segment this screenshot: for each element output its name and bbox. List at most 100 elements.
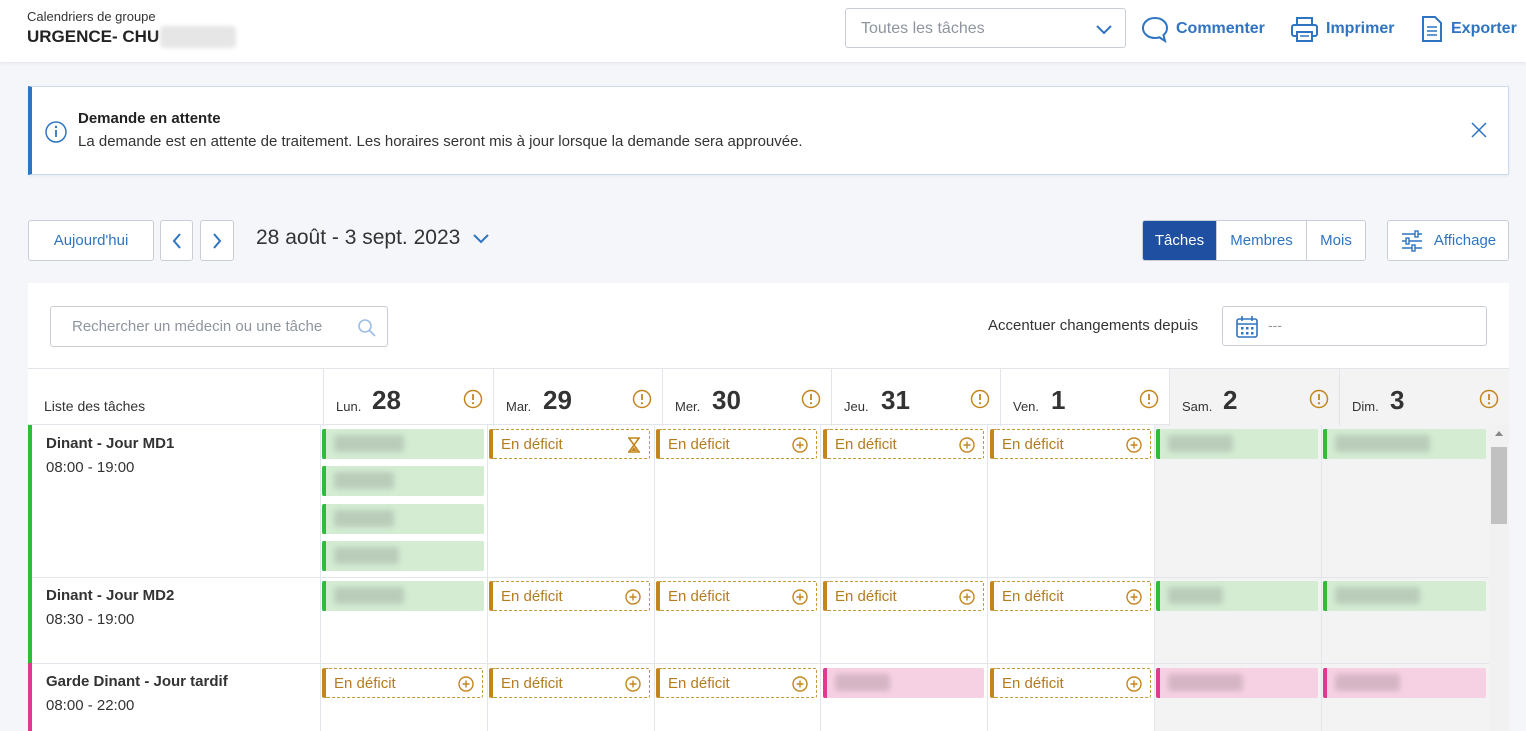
deficit-shift[interactable]: En déficit: [656, 581, 817, 611]
task-name: Garde Dinant - Jour tardif: [46, 673, 228, 690]
deficit-label: En déficit: [501, 588, 563, 605]
day-header-fri: Ven. 1: [1000, 369, 1169, 426]
alert-title: Demande en attente: [78, 110, 221, 127]
deficit-label: En déficit: [1002, 436, 1064, 453]
deficit-shift[interactable]: En déficit: [990, 429, 1151, 459]
vertical-scrollbar[interactable]: [1489, 425, 1509, 731]
assigned-shift[interactable]: [322, 466, 484, 496]
day-number: 28: [372, 385, 401, 415]
add-circle-icon[interactable]: [792, 589, 808, 605]
deficit-shift[interactable]: En déficit: [656, 429, 817, 459]
chevron-down-icon: [1096, 25, 1112, 35]
deficit-shift[interactable]: En déficit: [823, 581, 984, 611]
deficit-shift[interactable]: En déficit: [489, 429, 650, 459]
assigned-shift[interactable]: [322, 541, 484, 571]
warning-icon[interactable]: [463, 389, 483, 409]
assigned-shift[interactable]: [1156, 429, 1318, 459]
tab-members[interactable]: Membres: [1217, 221, 1307, 260]
print-label: Imprimer: [1326, 20, 1395, 37]
previous-week-button[interactable]: [160, 220, 193, 261]
add-circle-icon[interactable]: [959, 589, 975, 605]
search-icon: [358, 319, 376, 337]
search-input[interactable]: Rechercher un médecin ou une tâche: [50, 306, 388, 347]
add-circle-icon[interactable]: [1126, 437, 1142, 453]
add-circle-icon[interactable]: [959, 437, 975, 453]
assigned-shift[interactable]: [1323, 581, 1486, 611]
column-divider: [487, 425, 488, 731]
add-circle-icon[interactable]: [1126, 676, 1142, 692]
column-divider: [320, 425, 321, 731]
date-range-picker[interactable]: 28 août - 3 sept. 2023: [256, 226, 490, 250]
column-divider: [987, 425, 988, 731]
date-range-label: 28 août - 3 sept. 2023: [256, 226, 461, 249]
task-row-header[interactable]: Dinant - Jour MD1 08:00 - 19:00: [28, 425, 320, 577]
add-circle-icon[interactable]: [1126, 589, 1142, 605]
deficit-shift[interactable]: En déficit: [990, 668, 1151, 698]
deficit-label: En déficit: [668, 436, 730, 453]
grid-header: Liste des tâches Lun. 28 Mar. 29 Mer. 30…: [28, 368, 1509, 426]
today-button[interactable]: Aujourd'hui: [28, 220, 154, 261]
tab-tasks[interactable]: Tâches: [1143, 221, 1217, 260]
assigned-shift[interactable]: [322, 504, 484, 534]
scrollbar-thumb[interactable]: [1491, 447, 1507, 524]
warning-icon[interactable]: [970, 389, 990, 409]
day-number: 30: [712, 385, 741, 415]
task-row-header[interactable]: Garde Dinant - Jour tardif 08:00 - 22:00: [28, 663, 320, 731]
export-label: Exporter: [1451, 20, 1517, 37]
display-options-button[interactable]: Affichage: [1387, 220, 1509, 261]
assigned-shift[interactable]: [1323, 668, 1486, 698]
alert-message: La demande est en attente de traitement.…: [78, 133, 803, 150]
add-circle-icon[interactable]: [625, 676, 641, 692]
deficit-shift[interactable]: En déficit: [489, 581, 650, 611]
warning-icon[interactable]: [801, 389, 821, 409]
deficit-shift[interactable]: En déficit: [823, 429, 984, 459]
add-circle-icon[interactable]: [792, 437, 808, 453]
day-header-sun: Dim. 3: [1339, 369, 1509, 426]
tab-month[interactable]: Mois: [1307, 221, 1365, 260]
scroll-up-arrow-icon[interactable]: [1495, 431, 1503, 436]
add-circle-icon[interactable]: [458, 676, 474, 692]
day-name: Jeu.: [844, 399, 869, 414]
deficit-label: En déficit: [835, 588, 897, 605]
close-icon[interactable]: [1470, 121, 1488, 139]
assigned-shift[interactable]: [1156, 581, 1318, 611]
warning-icon[interactable]: [1139, 389, 1159, 409]
warning-icon[interactable]: [1309, 389, 1329, 409]
assigned-shift[interactable]: [1156, 668, 1318, 698]
day-name: Mar.: [506, 399, 532, 414]
day-name: Ven.: [1013, 399, 1040, 414]
task-filter-select[interactable]: Toutes les tâches: [845, 8, 1126, 48]
chevron-down-icon: [473, 234, 490, 244]
task-hours: 08:00 - 22:00: [46, 697, 135, 714]
day-header-tue: Mar. 29: [493, 369, 662, 426]
deficit-shift[interactable]: En déficit: [990, 581, 1151, 611]
highlight-date-input[interactable]: ---: [1222, 306, 1487, 346]
warning-icon[interactable]: [632, 389, 652, 409]
warning-icon[interactable]: [1479, 389, 1499, 409]
highlight-changes-label: Accentuer changements depuis: [988, 317, 1199, 334]
day-name: Mer.: [675, 399, 701, 414]
deficit-label: En déficit: [668, 675, 730, 692]
export-document-icon: [1422, 16, 1442, 42]
assigned-shift[interactable]: [1323, 429, 1486, 459]
assigned-shift[interactable]: [322, 429, 484, 459]
column-divider: [1321, 425, 1322, 731]
next-week-button[interactable]: [200, 220, 234, 261]
day-header-mon: Lun. 28: [323, 369, 493, 426]
deficit-shift[interactable]: En déficit: [489, 668, 650, 698]
task-filter-placeholder: Toutes les tâches: [861, 20, 985, 37]
add-circle-icon[interactable]: [792, 676, 808, 692]
export-button[interactable]: Exporter: [1420, 12, 1517, 46]
add-circle-icon[interactable]: [625, 589, 641, 605]
assigned-shift[interactable]: [823, 668, 984, 698]
print-button[interactable]: Imprimer: [1290, 12, 1394, 46]
task-row-header[interactable]: Dinant - Jour MD2 08:30 - 19:00: [28, 577, 320, 663]
display-options-label: Affichage: [1433, 232, 1497, 249]
day-number: 3: [1390, 385, 1405, 415]
deficit-shift[interactable]: En déficit: [656, 668, 817, 698]
deficit-label: En déficit: [501, 675, 563, 692]
redacted-group-suffix: [160, 26, 236, 48]
deficit-shift[interactable]: En déficit: [322, 668, 483, 698]
comment-button[interactable]: Commenter: [1141, 12, 1265, 46]
assigned-shift[interactable]: [322, 581, 484, 611]
